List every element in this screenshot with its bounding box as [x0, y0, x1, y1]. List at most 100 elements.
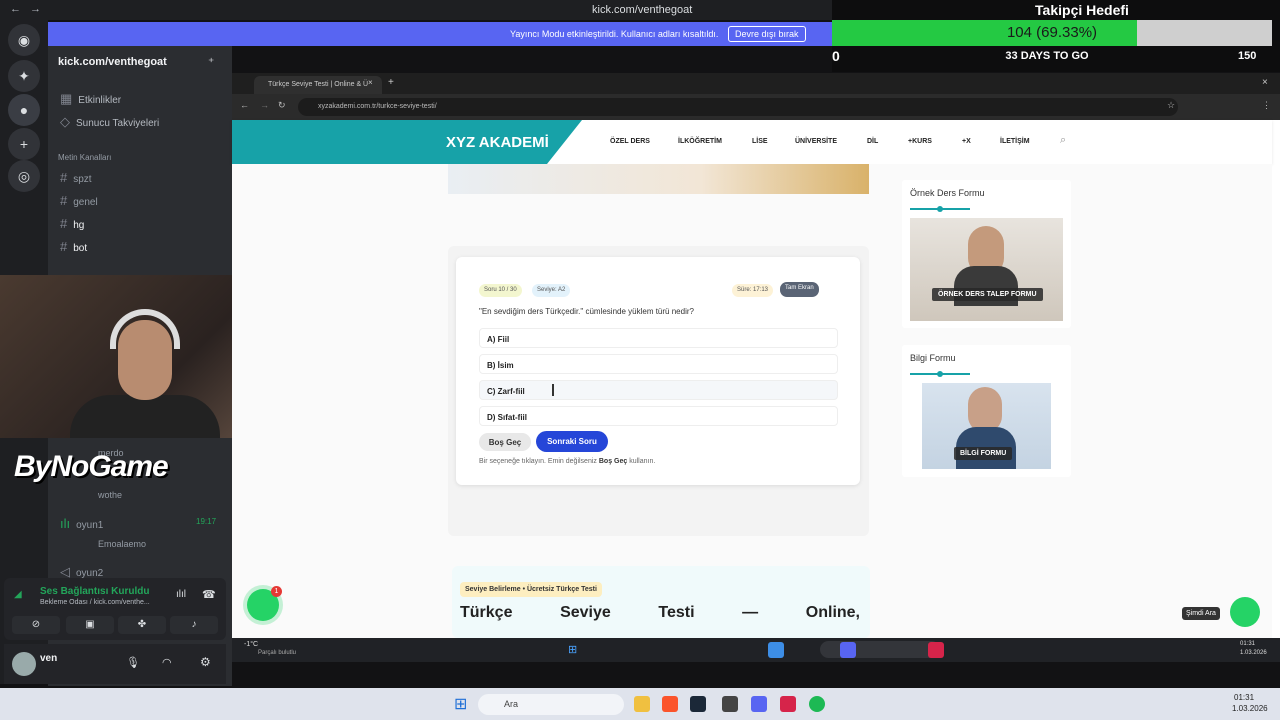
channel-bot[interactable]: # bot [60, 239, 87, 254]
screen-share-icon[interactable]: ▣ [66, 616, 114, 634]
nav-x[interactable]: +X [962, 138, 971, 145]
host-date: 1.03.2026 [1232, 704, 1268, 713]
url-input[interactable]: xyzakademi.com.tr/turkce-seviye-testi/ [298, 98, 1178, 116]
activities-icon[interactable]: ✤ [118, 616, 166, 634]
goal-progress-bar: 104 (69.33%) [832, 20, 1272, 46]
text-category[interactable]: Metin Kanalları [58, 153, 111, 162]
nav-ilkogretim[interactable]: İLKÖĞRETİM [678, 138, 722, 145]
avatar[interactable] [12, 652, 36, 676]
camera-off-icon[interactable]: ⊘ [12, 616, 60, 634]
option-b[interactable]: B) İsim [479, 354, 838, 374]
menu-events[interactable]: ▦ Etkinlikler [60, 91, 121, 107]
question-badge: Soru 10 / 30 [479, 284, 522, 297]
mic-icon[interactable]: 🎙 [126, 656, 140, 669]
notification-badge: 1 [271, 586, 282, 597]
menu-boosts[interactable]: ◇ Sunucu Takviyeleri [60, 114, 159, 130]
windows-start-icon[interactable]: ⊞ [454, 694, 467, 714]
steam-icon[interactable] [690, 696, 706, 712]
taskbar-search[interactable]: Ara [820, 641, 940, 658]
settings-icon[interactable]: ⚙ [200, 655, 211, 669]
channel-genel[interactable]: # genel [60, 193, 98, 208]
option-c[interactable]: C) Zarf-fiil [479, 380, 838, 400]
app-icon[interactable] [780, 696, 796, 712]
card-title: Bilgi Formu [910, 353, 956, 363]
sample-lesson-card: Örnek Ders Formu ÖRNEK DERS TALEP FORMU [902, 180, 1071, 328]
menu-events-label: Etkinlikler [78, 95, 122, 106]
voice-channel-oyun1[interactable]: ılı oyun1 [60, 516, 103, 531]
back-icon[interactable]: ← [240, 100, 249, 110]
explore-icon[interactable]: ◎ [8, 160, 40, 192]
browser-icon[interactable] [768, 642, 784, 658]
server-name[interactable]: kick.com/venthegoat [58, 56, 167, 68]
option-d[interactable]: D) Sıfat-fiil [479, 406, 838, 426]
app-icon[interactable] [928, 642, 944, 658]
noise-icon[interactable]: ılıl [176, 589, 186, 600]
user-panel: ven 🎙 ◠ ⚙ [4, 644, 226, 684]
server-icon[interactable]: ● [8, 94, 40, 126]
username: ven [40, 653, 58, 664]
file-explorer-icon[interactable] [634, 696, 650, 712]
skip-button[interactable]: Boş Geç [479, 433, 531, 451]
back-icon[interactable]: ← [10, 3, 21, 15]
voice-user-emoalaemo[interactable]: Emoalaemo [98, 539, 146, 549]
discord-icon[interactable] [751, 696, 767, 712]
fullscreen-button[interactable]: Tam Ekran [780, 282, 819, 297]
discord-home-icon[interactable]: ◉ [8, 24, 40, 56]
browser-tabbar: Türkçe Seviye Testi | Online & Ü × + × [232, 73, 1280, 94]
sample-lesson-photo[interactable]: ÖRNEK DERS TALEP FORMU [910, 218, 1063, 321]
voice-user-wothe[interactable]: wothe [98, 490, 122, 500]
channel-hg[interactable]: # hg [60, 216, 84, 231]
disable-button[interactable]: Devre dışı bırak [728, 26, 806, 42]
windows-start-icon[interactable]: ⊞ [568, 643, 577, 656]
option-a[interactable]: A) Fiil [479, 328, 838, 348]
soundboard-icon[interactable]: ♪ [170, 616, 218, 634]
browser-tab[interactable]: Türkçe Seviye Testi | Online & Ü [254, 76, 382, 94]
boost-icon: ◇ [60, 114, 70, 129]
bynogame-logo: ByNoGame [14, 450, 169, 483]
goal-progress-text: 104 (69.33%) [1006, 24, 1098, 41]
nav-iletisim[interactable]: İLETİŞİM [1000, 138, 1030, 145]
vm-date: 1.03.2026 [1240, 650, 1267, 656]
obs-icon[interactable] [722, 696, 738, 712]
next-question-button[interactable]: Sonraki Soru [536, 431, 608, 452]
forward-icon[interactable]: → [30, 3, 41, 15]
add-server-icon[interactable]: + [8, 128, 40, 160]
channel-spzt[interactable]: # spzt [60, 170, 92, 185]
bookmark-icon[interactable]: ☆ [1167, 100, 1175, 111]
add-member-icon[interactable]: ⁺ [208, 55, 214, 69]
voice-subtext: Bekleme Odası / kick.com/venthe... [40, 599, 150, 606]
headset-icon[interactable]: ◠ [162, 656, 172, 669]
channel-label: bot [73, 243, 88, 254]
hash-icon: # [60, 193, 68, 208]
nav-lise[interactable]: LİSE [752, 138, 768, 145]
brave-icon[interactable] [662, 696, 678, 712]
info-form-photo[interactable]: BİLGİ FORMU [922, 383, 1051, 469]
disconnect-icon[interactable]: ☎ [202, 588, 216, 601]
browser-window: Türkçe Seviye Testi | Online & Ü × + × ←… [232, 73, 1280, 638]
vm-clock: 01:31 [1240, 641, 1256, 647]
site-logo-band[interactable]: XYZ AKADEMİ [232, 120, 582, 164]
call-button[interactable] [1230, 597, 1260, 627]
close-tab-icon[interactable]: × [368, 78, 373, 87]
voice-connection-panel: ◢ Ses Bağlantısı Kuruldu Bekleme Odası /… [4, 578, 226, 640]
discord-icon[interactable] [840, 642, 856, 658]
new-tab-icon[interactable]: + [388, 77, 394, 88]
search-icon[interactable]: ⌕ [1060, 134, 1066, 147]
forward-icon[interactable]: → [260, 100, 269, 110]
goal-days: 33 DAYS TO GO [1005, 50, 1089, 62]
reload-icon[interactable]: ↻ [278, 100, 286, 111]
nav-ozel-ders[interactable]: ÖZEL DERS [610, 138, 650, 145]
nav-universite[interactable]: ÜNİVERSİTE [795, 138, 837, 145]
menu-icon[interactable]: ⋮ [1262, 100, 1271, 111]
timer-badge: Süre: 17:13 [732, 284, 774, 297]
address-bar-row: ← → ↻ xyzakademi.com.tr/turkce-seviye-te… [232, 94, 1280, 120]
menu-boosts-label: Sunucu Takviyeleri [76, 118, 160, 129]
friends-icon[interactable]: ✦ [8, 60, 40, 92]
close-window-icon[interactable]: × [1262, 77, 1268, 88]
spotify-icon[interactable] [809, 696, 825, 712]
voice-icon: ılı [60, 516, 71, 531]
nav-dil[interactable]: DİL [867, 138, 878, 145]
nav-kurs[interactable]: +KURS [908, 138, 932, 145]
question-text: "En sevdiğim ders Türkçedir." cümlesinde… [479, 307, 694, 316]
taskbar-search[interactable]: Ara [478, 694, 624, 715]
